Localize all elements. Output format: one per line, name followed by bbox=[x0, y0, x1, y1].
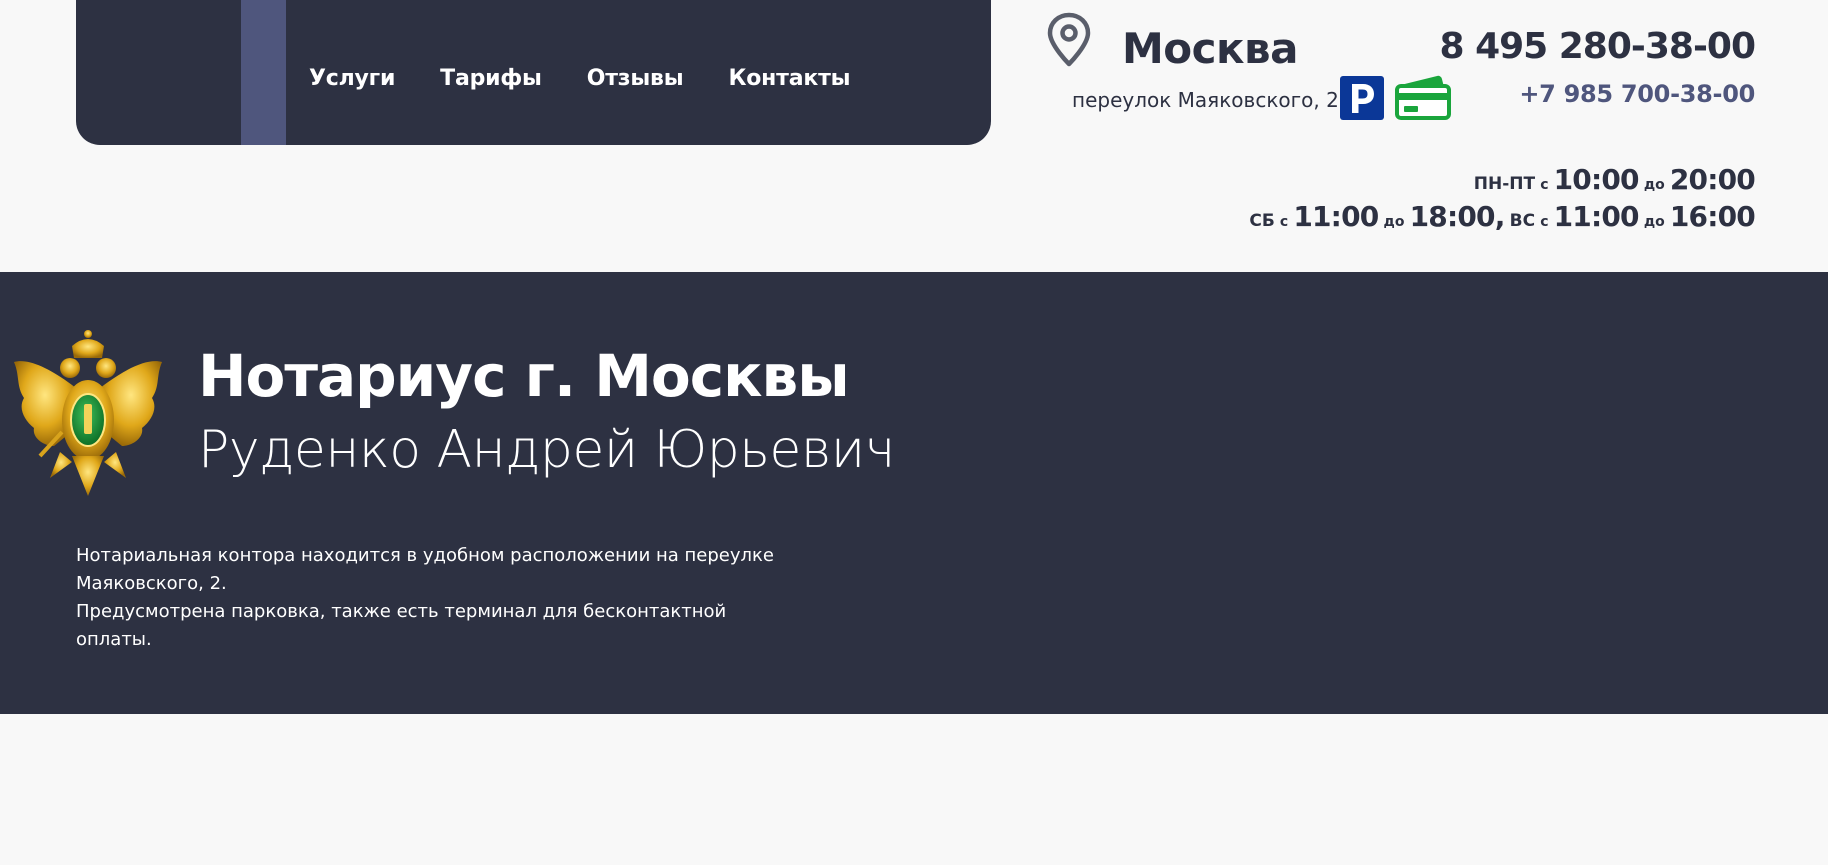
parking-letter-icon bbox=[1352, 84, 1374, 113]
from-word: с bbox=[1279, 214, 1289, 230]
main-menu: Услуги Тарифы Отзывы Контакты bbox=[309, 66, 851, 91]
hero-description: Нотариальная контора находится в удобном… bbox=[76, 542, 796, 654]
working-hours: ПН-ПТ с 10:00 до 20:00 СБ с 11:00 до 18:… bbox=[1249, 164, 1755, 238]
hours-weekend: СБ с 11:00 до 18:00, ВС с 11:00 до 16:00 bbox=[1249, 201, 1755, 238]
from-word: с bbox=[1540, 214, 1549, 230]
nav-item-contacts[interactable]: Контакты bbox=[728, 66, 850, 91]
nav-item-tariffs[interactable]: Тарифы bbox=[440, 66, 542, 91]
sat-label: СБ bbox=[1249, 211, 1275, 231]
hero-paragraph: Нотариальная контора находится в удобном… bbox=[76, 545, 774, 594]
from-word: с bbox=[1540, 177, 1549, 193]
sun-to: 16:00 bbox=[1669, 200, 1756, 233]
hero-paragraph: Предусмотрена парковка, также есть терми… bbox=[76, 601, 727, 650]
hero-title: Нотариус г. Москвы bbox=[198, 342, 850, 410]
nav-item-reviews[interactable]: Отзывы bbox=[587, 66, 684, 91]
phone-alt[interactable]: +7 985 700-38-00 bbox=[1519, 80, 1755, 108]
page: Услуги Тарифы Отзывы Контакты Москва пер… bbox=[0, 0, 1828, 865]
nav-accent-stripe bbox=[241, 0, 286, 145]
map-pin-icon bbox=[1047, 12, 1091, 67]
address: переулок Маяковского, 2 bbox=[1072, 88, 1339, 112]
nav-panel: Услуги Тарифы Отзывы Контакты bbox=[76, 0, 991, 145]
to-word: до bbox=[1643, 177, 1665, 193]
city-name: Москва bbox=[1122, 24, 1298, 73]
sun-from: 11:00 bbox=[1553, 200, 1640, 233]
sun-label: ВС bbox=[1509, 211, 1536, 231]
notary-emblem-icon bbox=[14, 330, 162, 496]
sat-from: 11:00 bbox=[1293, 200, 1379, 233]
hero-subtitle: Руденко Андрей Юрьевич bbox=[198, 420, 895, 480]
weekdays-label: ПН-ПТ bbox=[1473, 174, 1536, 194]
nav-item-services[interactable]: Услуги bbox=[309, 66, 395, 91]
parking-icon bbox=[1340, 76, 1384, 120]
weekdays-from: 10:00 bbox=[1553, 163, 1640, 196]
credit-card-icon bbox=[1395, 75, 1451, 120]
to-word: до bbox=[1383, 214, 1405, 230]
separator-comma: , bbox=[1494, 200, 1506, 233]
weekdays-to: 20:00 bbox=[1669, 163, 1756, 196]
to-word: до bbox=[1643, 214, 1665, 230]
hours-weekdays: ПН-ПТ с 10:00 до 20:00 bbox=[1249, 163, 1756, 201]
hero-section: Нотариус г. Москвы Руденко Андрей Юрьеви… bbox=[0, 272, 1828, 714]
phone-main[interactable]: 8 495 280-38-00 bbox=[1440, 26, 1756, 67]
sat-to: 18:00 bbox=[1409, 200, 1496, 233]
